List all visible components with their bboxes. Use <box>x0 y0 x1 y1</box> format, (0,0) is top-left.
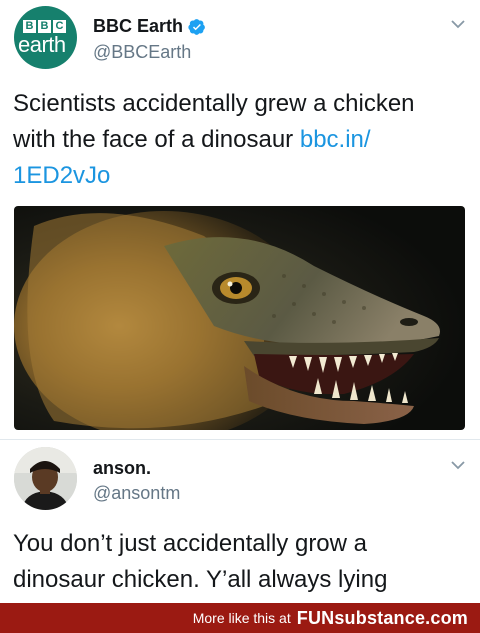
tweet-bbc-earth: B B C earth BBC Earth @BBCEarth Scientis… <box>0 0 480 440</box>
display-name[interactable]: BBC Earth <box>93 16 183 37</box>
user-photo <box>14 447 77 510</box>
text-line: You don’t just accidentally grow a <box>13 530 367 557</box>
tweet-text: You don’t just accidentally grow a dinos… <box>13 526 473 598</box>
author-row: anson. <box>93 458 151 479</box>
display-name[interactable]: anson. <box>93 458 151 479</box>
text-line: dinosaur chicken. Y’all always lying <box>13 566 388 593</box>
footer-brand-link[interactable]: FUNsubstance.com <box>297 608 468 629</box>
tweet-link[interactable]: bbc.in/ <box>300 126 371 153</box>
text-line: with the face of a dinosaur <box>13 126 300 153</box>
chevron-down-icon[interactable] <box>450 16 466 32</box>
tweet-link-continued[interactable]: 1ED2vJo <box>13 162 110 189</box>
avatar[interactable]: B B C earth <box>14 6 77 69</box>
handle[interactable]: @BBCEarth <box>93 42 191 63</box>
verified-badge-icon <box>188 18 205 35</box>
avatar[interactable] <box>14 447 77 510</box>
tweet-text: Scientists accidentally grew a chicken w… <box>13 86 473 194</box>
text-line: Scientists accidentally grew a chicken <box>13 90 415 117</box>
chevron-down-icon[interactable] <box>450 457 466 473</box>
watermark-footer: More like this at FUNsubstance.com <box>0 603 480 633</box>
footer-text: More like this at <box>192 610 291 626</box>
tweet-media-photo[interactable] <box>14 206 465 430</box>
dinosaur-chicken-photo <box>14 206 465 430</box>
tweet-divider <box>0 439 480 440</box>
handle[interactable]: @ansontm <box>93 483 180 504</box>
earth-wordmark: earth <box>18 32 66 57</box>
author-row: BBC Earth <box>93 16 206 37</box>
